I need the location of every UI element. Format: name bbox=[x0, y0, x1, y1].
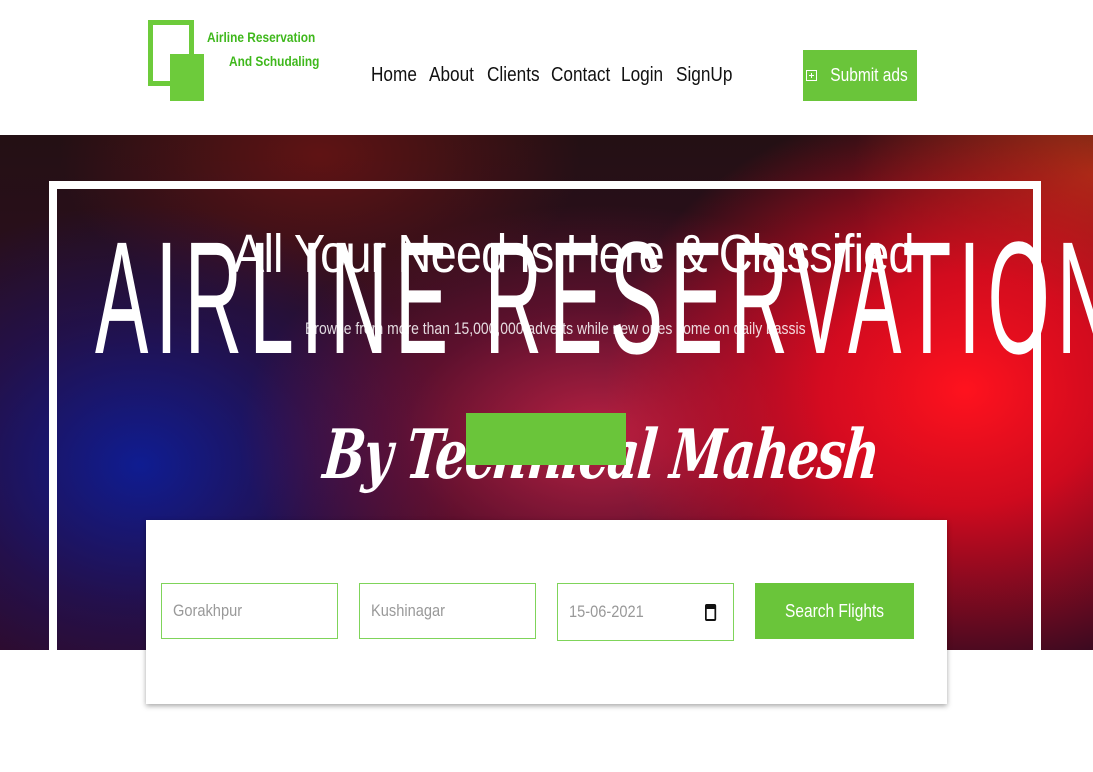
hero-subline: Browse from more than 15,000,000 adverts… bbox=[305, 319, 806, 338]
hero-green-button[interactable] bbox=[466, 413, 626, 465]
travel-date-value: 15-06-2021 bbox=[569, 602, 644, 621]
from-city-input[interactable]: Gorakhpur bbox=[161, 583, 338, 639]
nav-link-home[interactable]: Home bbox=[371, 64, 421, 92]
flight-search-card: Gorakhpur Kushinagar 15-06-2021 Search F… bbox=[146, 520, 947, 704]
search-flights-button[interactable]: Search Flights bbox=[755, 583, 914, 639]
calendar-icon[interactable] bbox=[705, 604, 717, 621]
site-header: Airline Reservation And Schudaling Home … bbox=[0, 0, 1093, 135]
nav-link-contact[interactable]: Contact bbox=[551, 64, 611, 92]
plus-square-icon bbox=[805, 70, 817, 81]
nav-link-about[interactable]: About bbox=[429, 64, 479, 92]
from-city-placeholder: Gorakhpur bbox=[173, 601, 243, 620]
hero-headline: All Your Need Is Here & Classified bbox=[233, 224, 915, 284]
main-nav: Home About Clients Contact Login SignUp bbox=[371, 64, 736, 92]
submit-ads-button[interactable]: Submit ads bbox=[803, 50, 917, 101]
to-city-input[interactable]: Kushinagar bbox=[359, 583, 536, 639]
nav-link-clients[interactable]: Clients bbox=[487, 64, 542, 92]
nav-link-signup[interactable]: SignUp bbox=[676, 64, 732, 92]
brand-name-line2: And Schudaling bbox=[229, 54, 320, 69]
to-city-placeholder: Kushinagar bbox=[371, 601, 445, 620]
brand-name-line1: Airline Reservation bbox=[207, 30, 316, 45]
nav-link-login[interactable]: Login bbox=[621, 64, 668, 92]
search-flights-label: Search Flights bbox=[785, 600, 884, 621]
submit-ads-label: Submit ads bbox=[830, 65, 908, 85]
overlapping-squares-logo-icon bbox=[147, 18, 207, 102]
brand-logo[interactable]: Airline Reservation And Schudaling bbox=[147, 18, 319, 104]
travel-date-input[interactable]: 15-06-2021 bbox=[557, 583, 734, 641]
